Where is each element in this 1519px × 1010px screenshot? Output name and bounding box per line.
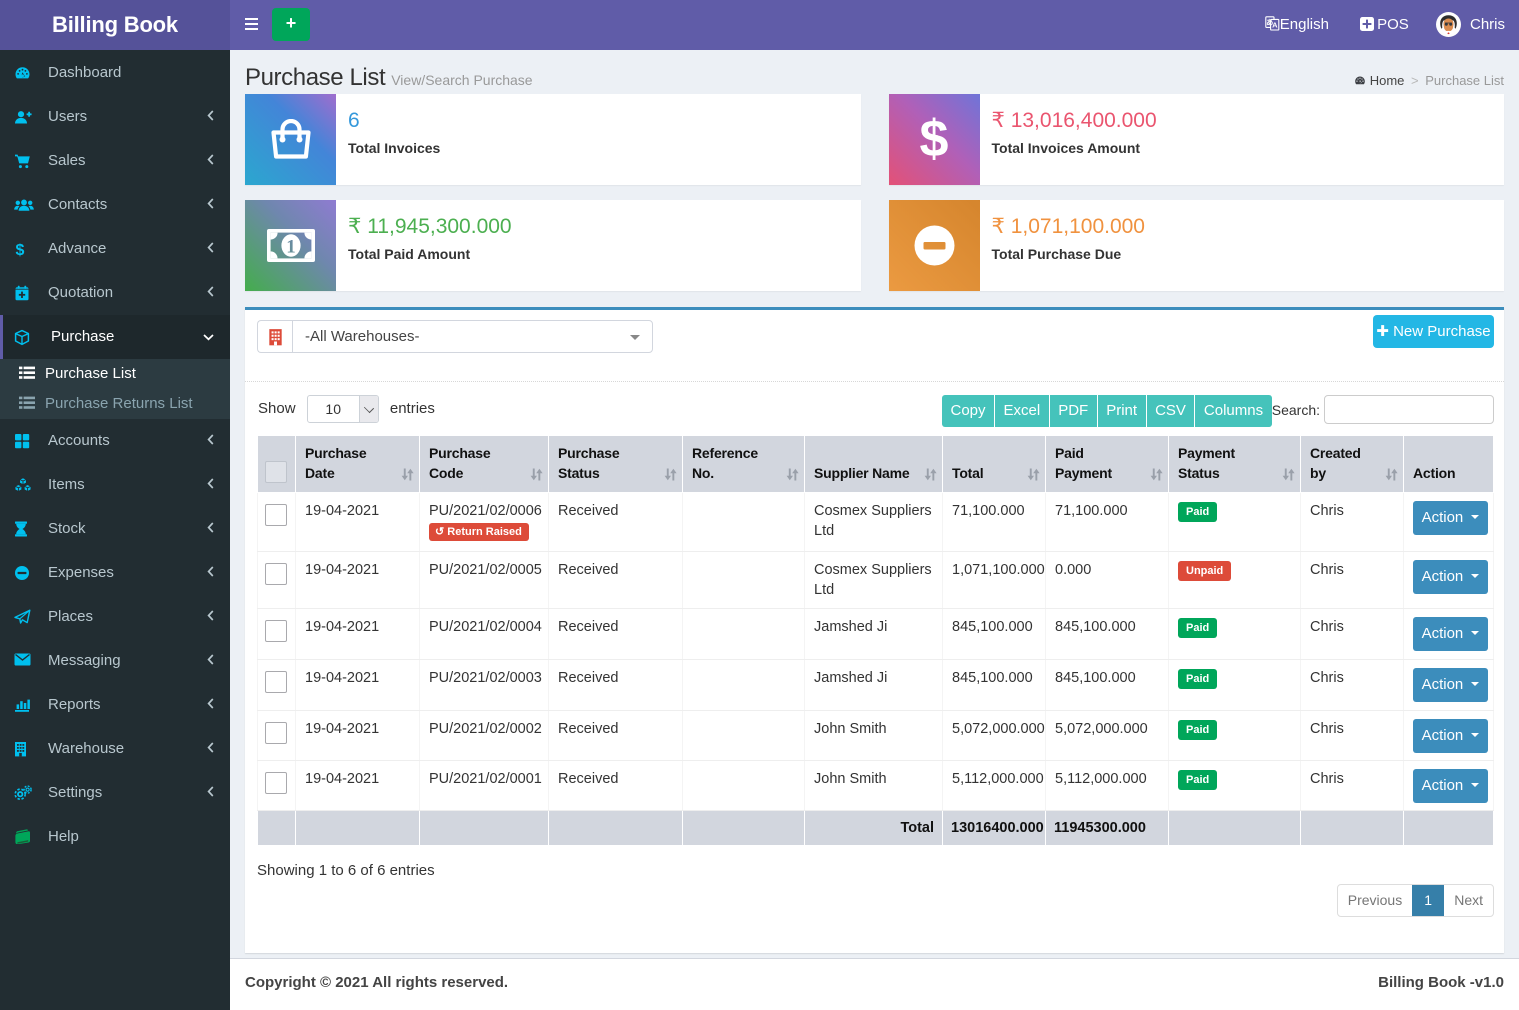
svg-text:A: A <box>1272 21 1278 30</box>
svg-text:$: $ <box>16 242 25 258</box>
svg-text:$: $ <box>920 111 949 168</box>
